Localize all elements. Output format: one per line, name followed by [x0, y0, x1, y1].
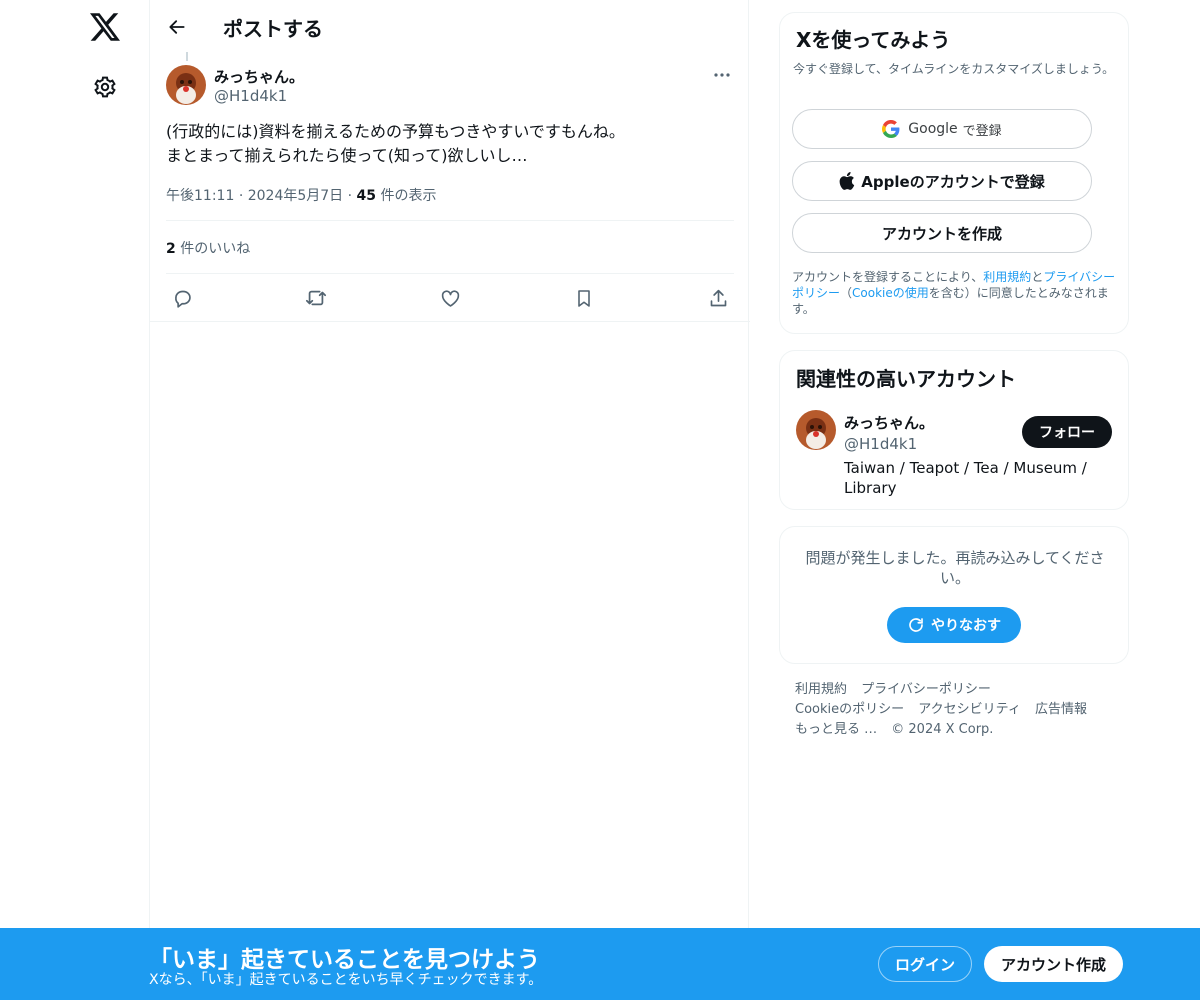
avatar[interactable] [796, 410, 836, 450]
meta-dot: · [238, 188, 248, 204]
footer-cookie-link[interactable]: Cookieのポリシー [795, 702, 904, 717]
create-account-button[interactable]: アカウントを作成 [792, 213, 1092, 253]
google-signup-label: で登録 [962, 123, 1002, 139]
x-logo-icon[interactable] [89, 11, 121, 43]
related-title: 関連性の高いアカウント [796, 367, 1016, 391]
cookie-link[interactable]: Cookieの使用 [852, 286, 929, 300]
retry-button[interactable]: やりなおす [887, 607, 1021, 643]
likes-link[interactable]: 2 件のいいね [166, 238, 250, 258]
legal-text: と [1031, 270, 1044, 284]
post-text: (行政的には)資料を揃えるための予算もつきやすいですもんね。 まとまって揃えられ… [166, 122, 625, 165]
divider [166, 273, 734, 274]
footer-privacy-link[interactable]: プライバシーポリシー [861, 682, 991, 697]
footer-links: 利用規約 プライバシーポリシー Cookieのポリシー アクセシビリティ 広告情… [795, 680, 1125, 740]
footer-more-link[interactable]: もっと見る … [795, 722, 877, 737]
main-column: ポストする みっちゃん。 @H1d4k1 (行政的には)資料を揃えるための予算も… [149, 0, 750, 1000]
gear-icon[interactable] [92, 74, 118, 100]
avatar[interactable] [166, 65, 206, 105]
page-title: ポストする [223, 17, 323, 41]
legal-notice: アカウントを登録することにより、利用規約とプライバシーポリシー（Cookieの使… [792, 269, 1122, 317]
legal-text: （ [840, 286, 853, 300]
signup-button[interactable]: アカウント作成 [984, 946, 1123, 982]
footer-terms-link[interactable]: 利用規約 [795, 682, 847, 697]
post-meta: 午後11:11 · 2024年5月7日 · 45 件の表示 [166, 185, 436, 205]
meta-dot: · [347, 188, 357, 204]
google-signup-button[interactable]: Google で登録 [792, 109, 1092, 149]
post-time[interactable]: 午後11:11 [166, 188, 234, 204]
follow-button[interactable]: フォロー [1022, 416, 1112, 448]
terms-link[interactable]: 利用規約 [983, 270, 1031, 284]
post-date[interactable]: 2024年5月7日 [248, 188, 343, 204]
back-arrow-icon[interactable] [164, 14, 190, 40]
create-account-label: アカウントを作成 [881, 224, 1002, 243]
author-name[interactable]: みっちゃん。 [214, 66, 304, 87]
signup-banner: 「いま」起きていることを見つけよう Xなら、「いま」起きていることをいち早くチェ… [0, 928, 1200, 1000]
more-icon[interactable] [711, 66, 733, 84]
thread-line [186, 52, 188, 61]
login-button[interactable]: ログイン [878, 946, 972, 982]
related-account-name[interactable]: みっちゃん。 [844, 412, 934, 433]
views-count: 45 [356, 188, 377, 204]
apple-icon [839, 172, 855, 190]
banner-subtitle: Xなら、「いま」起きていることをいち早くチェックできます。 [149, 972, 543, 988]
divider [166, 220, 734, 221]
footer-accessibility-link[interactable]: アクセシビリティ [918, 702, 1021, 717]
related-account-handle[interactable]: @H1d4k1 [844, 435, 917, 453]
error-message: 問題が発生しました。再読み込みしてください。 [805, 549, 1105, 587]
views-label: 件の表示 [380, 188, 437, 204]
author-handle[interactable]: @H1d4k1 [214, 87, 287, 105]
left-nav [0, 0, 150, 1000]
footer-ads-link[interactable]: 広告情報 [1035, 702, 1087, 717]
refresh-icon [907, 616, 925, 634]
apple-signup-label: Appleのアカウントで登録 [861, 172, 1045, 191]
reply-icon[interactable] [170, 286, 194, 310]
repost-icon[interactable] [304, 286, 328, 310]
like-icon[interactable] [438, 286, 462, 310]
related-account-bio: Taiwan / Teapot / Tea / Museum / Library [844, 459, 1087, 497]
apple-signup-button[interactable]: Appleのアカウントで登録 [792, 161, 1092, 201]
google-signup-label-brand: Google [908, 121, 958, 137]
related-accounts-card: 関連性の高いアカウント みっちゃん。 @H1d4k1 Taiwan / Teap… [779, 350, 1129, 510]
google-icon [882, 120, 900, 138]
copyright: © 2024 X Corp. [891, 722, 994, 737]
signup-title: Xを使ってみよう [796, 28, 951, 52]
signup-subtitle: 今すぐ登録して、タイムラインをカスタマイズしましょう。 [793, 62, 1115, 76]
signup-card: Xを使ってみよう 今すぐ登録して、タイムラインをカスタマイズしましょう。 Goo… [779, 12, 1129, 334]
legal-text: アカウントを登録することにより、 [792, 270, 984, 284]
share-icon[interactable] [706, 286, 730, 310]
retry-label: やりなおす [931, 618, 1001, 634]
error-card: 問題が発生しました。再読み込みしてください。 やりなおす [779, 526, 1129, 664]
bookmark-icon[interactable] [572, 286, 596, 310]
page-header: ポストする [150, 0, 750, 53]
divider [150, 321, 750, 322]
likes-label: 件のいいね [180, 241, 251, 257]
likes-count: 2 [166, 241, 176, 257]
